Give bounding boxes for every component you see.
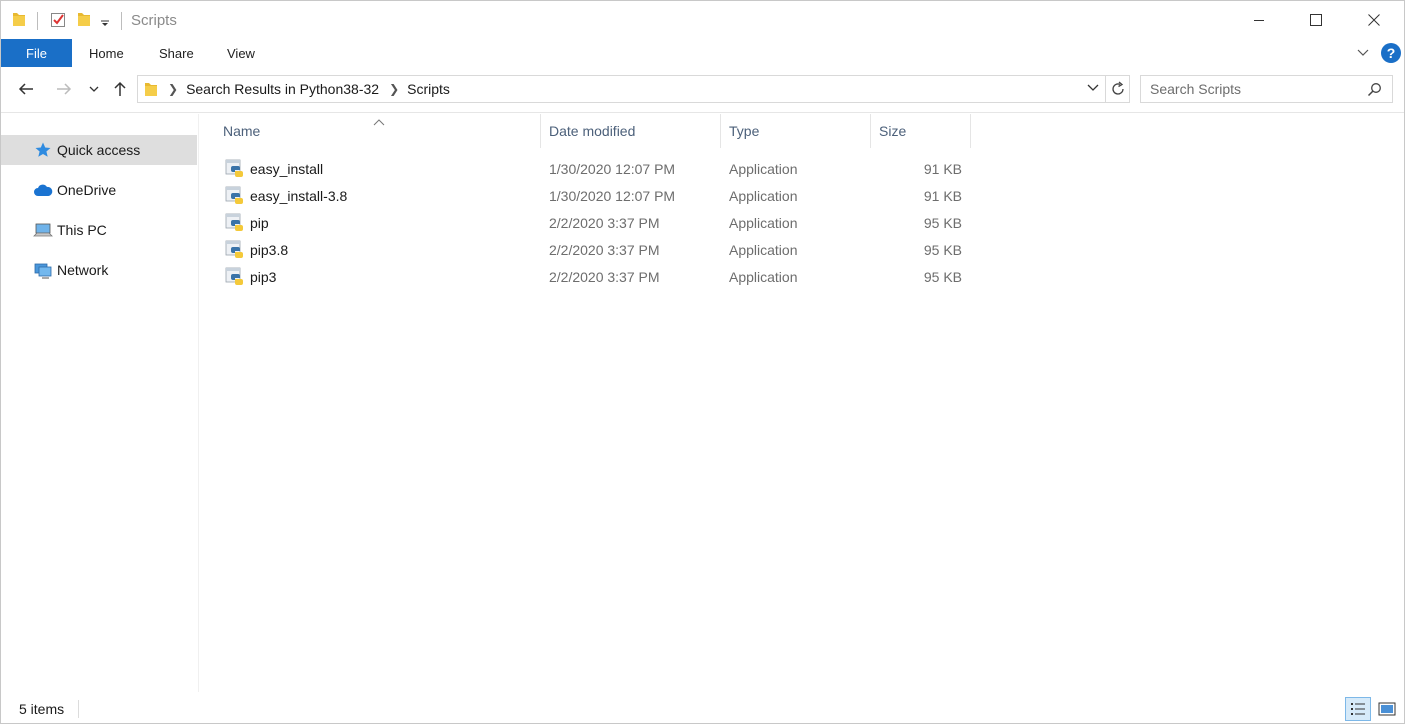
computer-icon [33,220,53,240]
tab-file[interactable]: File [1,39,72,67]
file-name: easy_install-3.8 [250,188,348,204]
column-header-name[interactable]: Name [215,114,541,148]
file-type: Application [729,242,798,258]
nav-item-label: Network [57,262,109,278]
title-separator [121,12,122,30]
navigation-bar: ❯ Search Results in Python38-32 ❯ Script… [1,67,1404,113]
folder-icon[interactable] [12,11,26,30]
status-separator [78,700,79,718]
column-header-type[interactable]: Type [721,114,871,148]
nav-item-label: Quick access [57,142,141,158]
navigation-pane: Quick access OneDrive This PC Network [1,114,199,692]
nav-item-network[interactable]: Network [1,255,197,285]
file-name: pip3.8 [250,242,289,258]
nav-item-onedrive[interactable]: OneDrive [1,175,197,205]
forward-arrow-icon[interactable] [55,80,73,98]
python-app-icon [225,240,245,263]
file-name: pip3 [250,269,277,285]
file-type: Application [729,188,798,204]
breadcrumb-search-results[interactable]: Search Results in Python38-32 [186,81,379,97]
item-count: 5 items [19,701,65,717]
search-input[interactable] [1150,81,1360,97]
window-title: Scripts [131,12,177,29]
file-size: 91 KB [923,161,962,177]
file-size: 95 KB [923,242,962,258]
table-row[interactable]: pip3 2/2/2020 3:37 PM Application 95 KB [223,264,971,291]
back-arrow-icon[interactable] [17,80,35,98]
expand-ribbon-chevron-icon[interactable] [1356,45,1370,62]
ribbon: File Home Share View ? [1,39,1404,67]
explorer-window: Scripts File Home Share View ? ❯ Search … [0,0,1405,724]
large-icons-view-button[interactable] [1374,697,1400,721]
file-date: 2/2/2020 3:37 PM [549,215,660,231]
breadcrumb-scripts[interactable]: Scripts [407,81,450,97]
search-icon[interactable] [1367,82,1382,100]
large-icons-view-icon [1378,702,1396,716]
new-folder-icon[interactable] [77,11,91,30]
close-button[interactable] [1345,1,1403,39]
file-type: Application [729,161,798,177]
close-icon [1368,14,1380,26]
star-icon [33,140,53,160]
details-view-button[interactable] [1345,697,1371,721]
details-view-icon [1351,703,1365,715]
folder-icon [144,81,158,97]
title-separator [37,12,38,30]
address-dropdown-chevron-icon[interactable] [1086,81,1100,98]
properties-icon[interactable] [50,11,66,31]
file-type: Application [729,215,798,231]
help-button[interactable]: ? [1381,43,1401,63]
cloud-icon [33,180,53,200]
file-date: 1/30/2020 12:07 PM [549,188,676,204]
maximize-icon [1310,14,1322,26]
search-box[interactable] [1140,75,1393,103]
title-bar: Scripts [1,1,1404,39]
customize-quick-access-chevron-icon[interactable] [100,15,110,31]
python-app-icon [225,186,245,209]
python-app-icon [225,213,245,236]
file-name: pip [250,215,269,231]
nav-item-this-pc[interactable]: This PC [1,215,197,245]
address-bar[interactable]: ❯ Search Results in Python38-32 ❯ Script… [137,75,1106,103]
status-bar: 5 items [1,692,1404,724]
minimize-icon [1254,20,1264,21]
column-header-date-modified[interactable]: Date modified [541,114,721,148]
up-arrow-icon[interactable] [111,80,129,98]
file-date: 2/2/2020 3:37 PM [549,242,660,258]
breadcrumb-separator-icon[interactable]: ❯ [168,82,178,96]
file-size: 95 KB [923,215,962,231]
column-header-size[interactable]: Size [871,114,971,148]
table-row[interactable]: easy_install-3.8 1/30/2020 12:07 PM Appl… [223,183,971,210]
nav-item-quick-access[interactable]: Quick access [1,135,197,165]
python-app-icon [225,159,245,182]
file-date: 1/30/2020 12:07 PM [549,161,676,177]
file-size: 95 KB [923,269,962,285]
maximize-button[interactable] [1287,1,1345,39]
breadcrumb-separator-icon[interactable]: ❯ [389,82,399,96]
tab-share[interactable]: Share [159,39,194,67]
refresh-button[interactable] [1106,75,1130,103]
minimize-button[interactable] [1230,1,1288,39]
network-icon [33,260,53,280]
nav-item-label: This PC [57,222,107,238]
table-row[interactable]: easy_install 1/30/2020 12:07 PM Applicat… [223,156,971,183]
recent-locations-chevron-icon[interactable] [88,80,100,98]
python-app-icon [225,267,245,290]
file-name: easy_install [250,161,324,177]
file-date: 2/2/2020 3:37 PM [549,269,660,285]
file-type: Application [729,269,798,285]
file-size: 91 KB [923,188,962,204]
table-row[interactable]: pip3.8 2/2/2020 3:37 PM Application 95 K… [223,237,971,264]
table-row[interactable]: pip 2/2/2020 3:37 PM Application 95 KB [223,210,971,237]
tab-home[interactable]: Home [89,39,124,67]
file-list: Name Date modified Type Size easy_instal… [201,114,1404,692]
nav-item-label: OneDrive [57,182,117,198]
refresh-icon [1111,81,1124,95]
tab-view[interactable]: View [227,39,255,67]
